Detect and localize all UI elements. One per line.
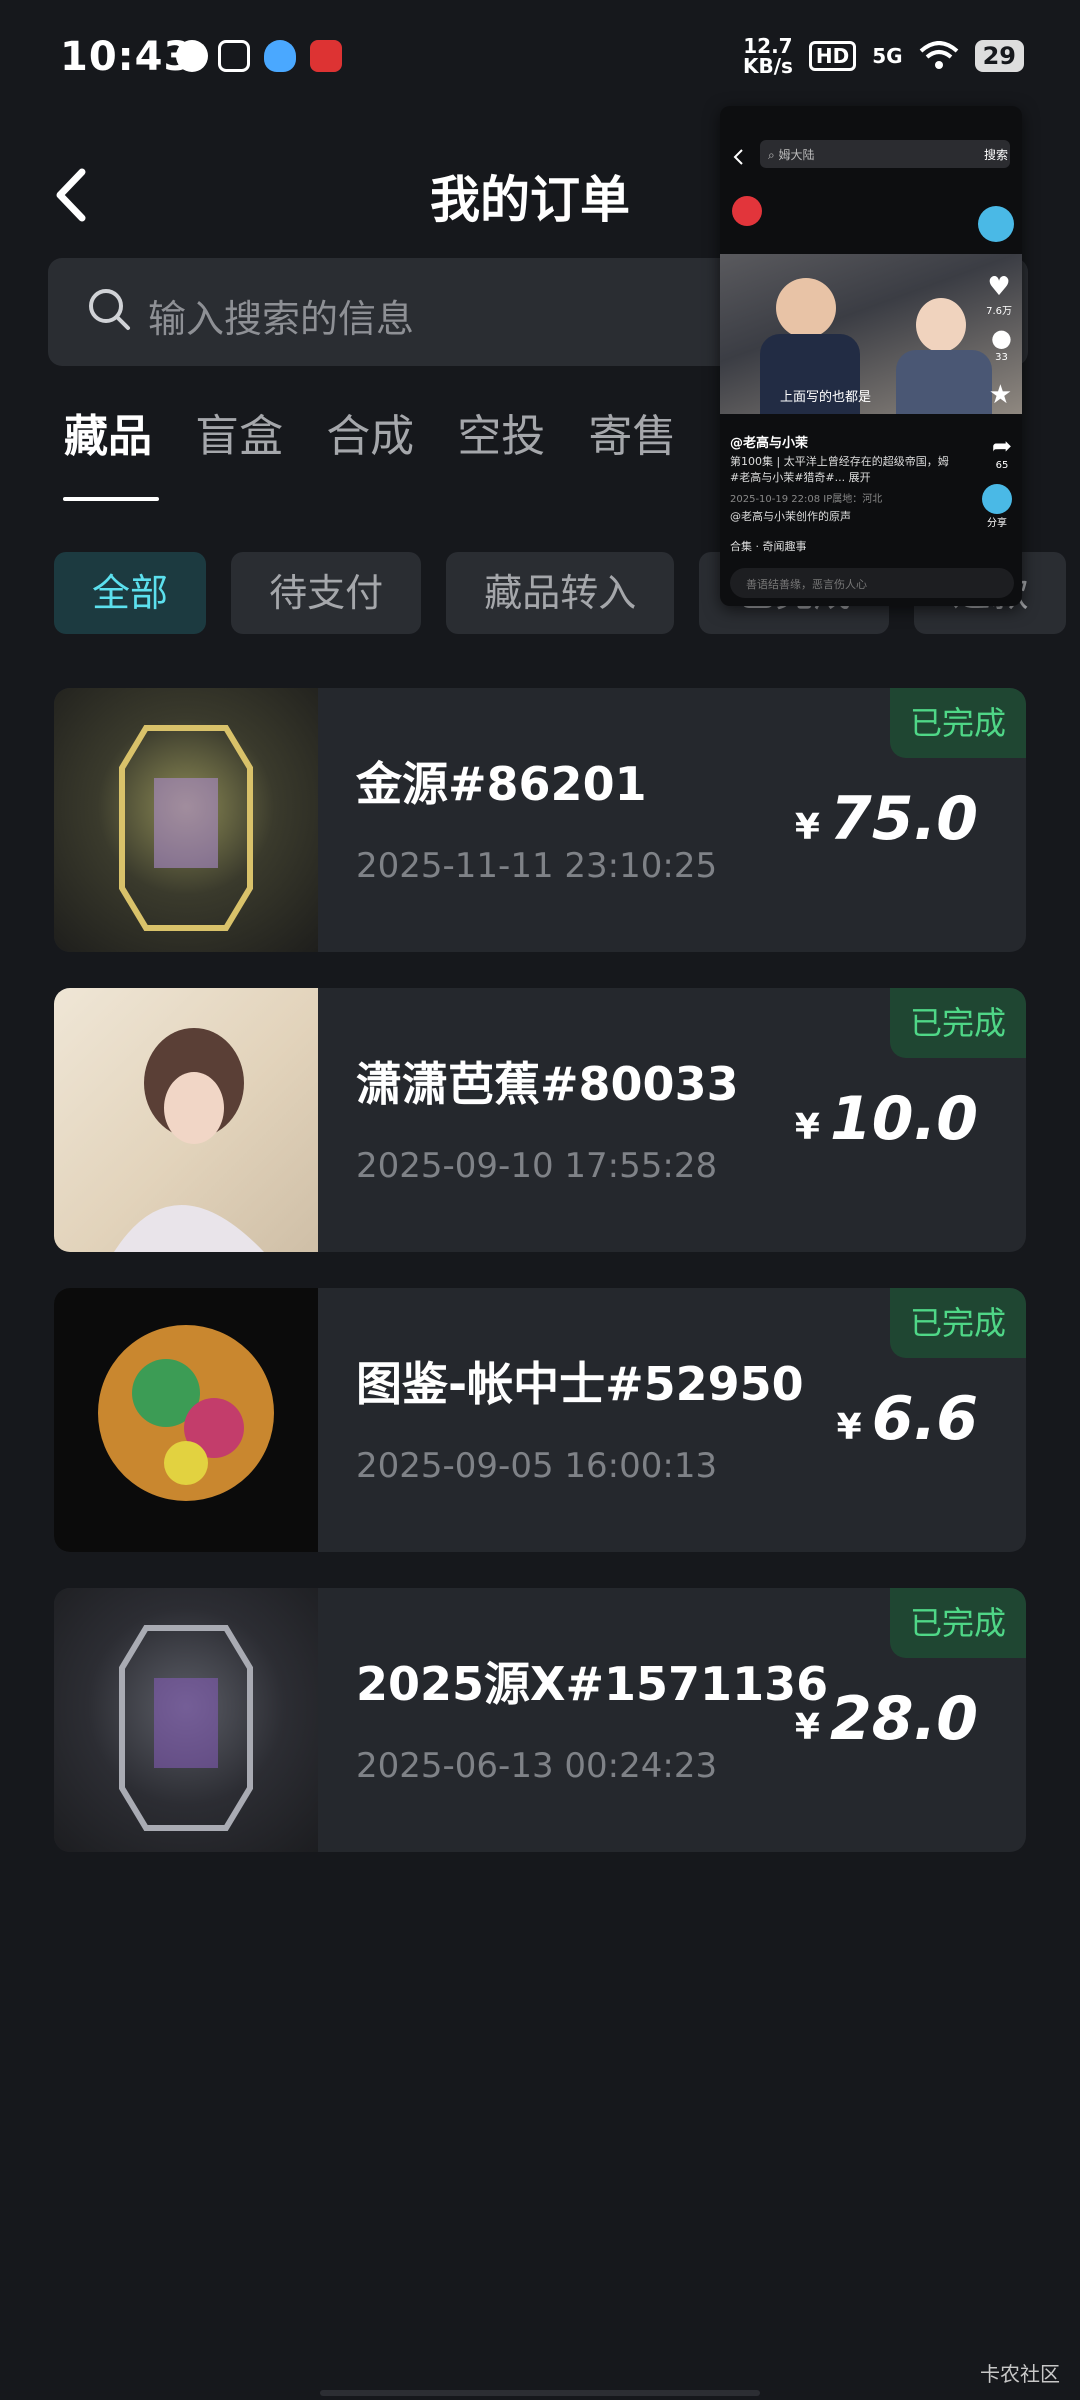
hd-icon: HD [808, 41, 857, 71]
pip-share-to[interactable]: 分享 [982, 484, 1012, 529]
order-card[interactable]: 2025源X#1571136 2025-06-13 00:24:23 ¥28.0… [54, 1588, 1026, 1852]
order-name: 2025源X#1571136 [356, 1657, 829, 1711]
net-speed: 12.7 KB/s [743, 36, 793, 76]
app-icon [218, 40, 250, 72]
order-price: ¥10.0 [795, 1084, 978, 1154]
order-price: ¥6.6 [837, 1384, 978, 1454]
tab-collectibles[interactable]: 藏品 [64, 400, 152, 464]
tab-blind-box[interactable]: 盲盒 [195, 400, 283, 464]
status-time: 10:43 [60, 34, 193, 80]
pip-music[interactable]: @老高与小茉创作的原声 [730, 508, 851, 524]
comment-icon: ● [991, 324, 1012, 352]
search-placeholder: 输入搜索的信息 [148, 297, 415, 341]
pip-avatar[interactable] [978, 206, 1014, 242]
active-tab-indicator [63, 497, 159, 501]
pip-caption: 上面写的也都是 [780, 390, 872, 405]
pip-share-button[interactable]: ➦ 65 [992, 432, 1012, 471]
order-price: ¥28.0 [795, 1684, 978, 1754]
heart-icon: ♥ [987, 272, 1011, 302]
notification-app-icon [310, 40, 342, 72]
order-date: 2025-11-11 23:10:25 [356, 846, 718, 886]
tab-airdrop[interactable]: 空投 [457, 400, 545, 464]
video-person-1 [776, 278, 836, 338]
status-badge: 已完成 [890, 988, 1026, 1058]
pip-search-button[interactable]: 搜索 [984, 146, 1008, 163]
pip-search-input[interactable]: ⌕ 姆大陆 [760, 140, 1010, 168]
collectible-image [54, 688, 318, 952]
collectible-art [119, 725, 253, 931]
pip-search-text: 姆大陆 [778, 148, 815, 162]
floating-video-window[interactable]: ⌕ 姆大陆 搜索 上面写的也都是 ♥ 7.6万 ● 33 ★ ➦ 65 分享 @… [720, 106, 1022, 606]
collectible-art [114, 1028, 264, 1252]
pip-red-packet-icon[interactable] [732, 196, 762, 226]
order-name: 金源#86201 [356, 757, 647, 811]
wifi-icon [919, 41, 958, 69]
pip-comment-button[interactable]: ● 33 [991, 324, 1012, 363]
collectible-image [54, 1288, 318, 1552]
net-speed-value: 12.7 [743, 34, 793, 58]
order-date: 2025-06-13 00:24:23 [356, 1746, 718, 1786]
pip-author[interactable]: @老高与小茉 [730, 432, 808, 451]
order-card[interactable]: 图鉴-帐中士#52950 2025-09-05 16:00:13 ¥6.6 已完… [54, 1288, 1026, 1552]
status-bar: 10:43 12.7 KB/s HD 5G 29 [0, 0, 1080, 110]
collectible-art [119, 1625, 253, 1831]
pip-shares: 65 [995, 460, 1009, 471]
status-badge: 已完成 [890, 1288, 1026, 1358]
star-icon[interactable]: ★ [989, 380, 1012, 410]
price-value: 6.6 [871, 1384, 978, 1454]
home-indicator[interactable] [320, 2390, 760, 2396]
share-icon: ➦ [991, 432, 1012, 460]
pip-comment-input[interactable]: 善语结善缘，恶言伤人心 [730, 568, 1014, 598]
order-card[interactable]: 潇潇芭蕉#80033 2025-09-10 17:55:28 ¥10.0 已完成 [54, 988, 1026, 1252]
pip-collection[interactable]: 合集 · 奇闻趣事 [730, 538, 807, 554]
wechat-icon [176, 40, 208, 72]
tab-synthesis[interactable]: 合成 [326, 400, 414, 464]
pip-like-button[interactable]: ♥ 7.6万 [986, 272, 1012, 317]
order-date: 2025-09-05 16:00:13 [356, 1446, 718, 1486]
status-badge: 已完成 [890, 1588, 1026, 1658]
order-name: 潇潇芭蕉#80033 [356, 1057, 739, 1111]
battery-icon: 29 [974, 40, 1024, 72]
watermark: 卡农社区 [980, 2362, 1060, 2386]
filter-transfer-in[interactable]: 藏品转入 [446, 552, 675, 634]
price-value: 75.0 [829, 784, 978, 854]
filter-pending-payment[interactable]: 待支付 [231, 552, 422, 634]
video-shirt-2 [896, 350, 992, 414]
currency-symbol: ¥ [794, 807, 820, 848]
search-icon [89, 289, 130, 330]
filter-all[interactable]: 全部 [54, 552, 207, 634]
pip-back-icon[interactable] [732, 148, 746, 166]
net-speed-unit: KB/s [742, 54, 793, 78]
order-date: 2025-09-10 17:55:28 [356, 1146, 718, 1186]
order-name: 图鉴-帐中士#52950 [356, 1357, 804, 1411]
order-price: ¥75.0 [795, 784, 978, 854]
signal-icon: 5G [872, 44, 903, 68]
currency-symbol: ¥ [794, 1707, 820, 1748]
price-value: 28.0 [829, 1684, 978, 1754]
pip-description: 第100集 | 太平洋上曾经存在的超级帝国，姆 #老高与小茉#猎奇#... 展开 [730, 455, 949, 484]
pip-likes: 7.6万 [986, 306, 1012, 317]
video-person-2 [916, 298, 966, 352]
collectible-image [54, 1588, 318, 1852]
currency-symbol: ¥ [836, 1407, 862, 1448]
pip-comments: 33 [995, 352, 1008, 363]
tab-consignment[interactable]: 寄售 [588, 400, 676, 464]
collectible-art [98, 1325, 274, 1501]
pip-share-avatar [982, 484, 1012, 514]
order-card[interactable]: 金源#86201 2025-11-11 23:10:25 ¥75.0 已完成 [54, 688, 1026, 952]
qq-icon [264, 40, 296, 72]
status-badge: 已完成 [890, 688, 1026, 758]
status-right: 12.7 KB/s HD 5G 29 [743, 36, 1024, 76]
price-value: 10.0 [829, 1084, 978, 1154]
collectible-image [54, 988, 318, 1252]
pip-meta: 2025-10-19 22:08 IP属地：河北 [730, 494, 883, 505]
pip-share-label: 分享 [987, 518, 1007, 529]
currency-symbol: ¥ [794, 1107, 820, 1148]
